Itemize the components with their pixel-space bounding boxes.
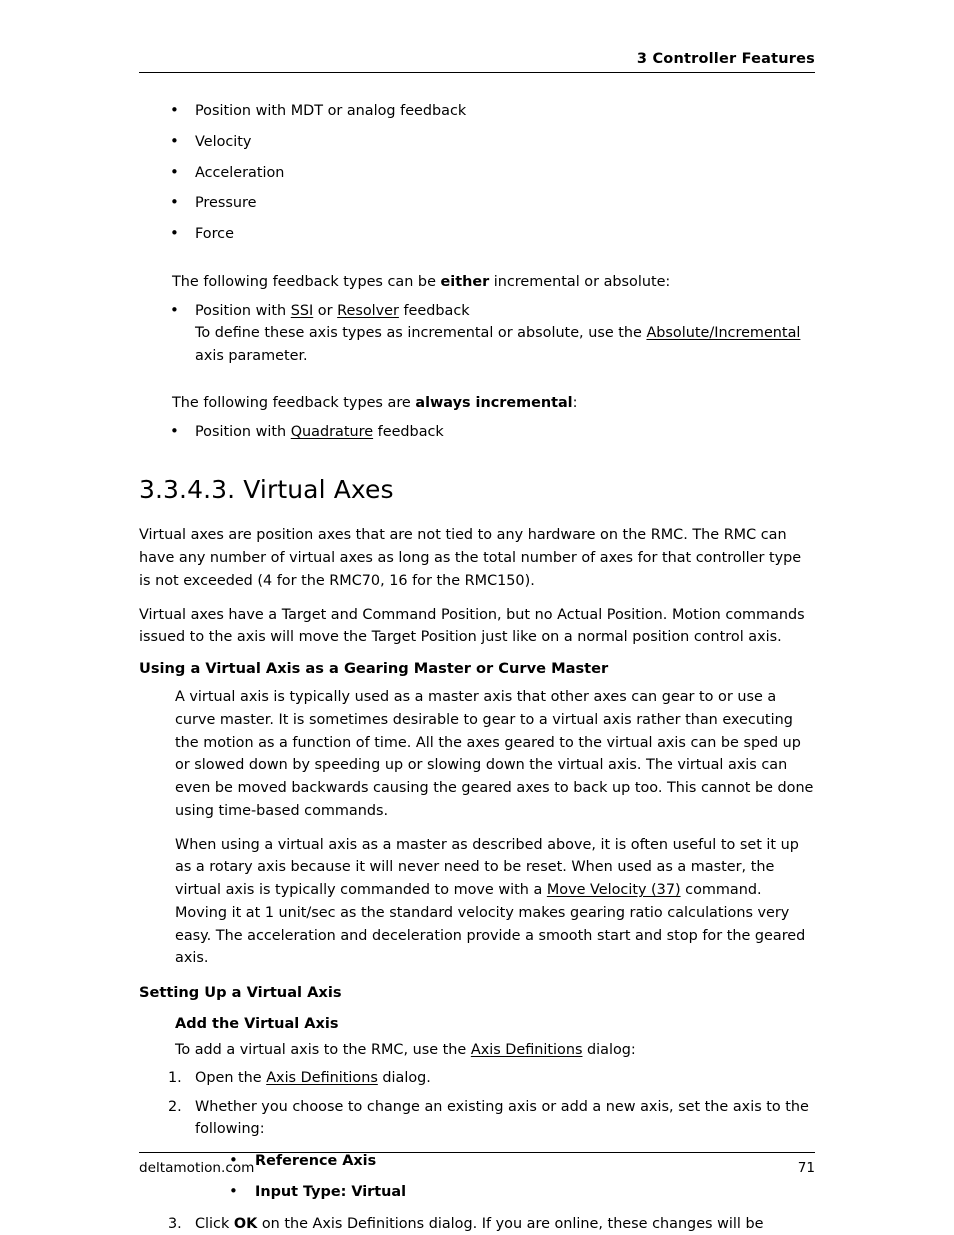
- list-item: Velocity: [139, 130, 815, 154]
- link-quadrature[interactable]: Quadrature: [291, 424, 373, 440]
- step-number: 1.: [168, 1069, 182, 1086]
- page-header: 3 Controller Features: [139, 51, 815, 73]
- either-item-mid: or: [313, 302, 338, 319]
- list-item: Acceleration: [139, 161, 815, 185]
- list-item: Position with Quadrature feedback: [139, 420, 815, 444]
- link-absolute-incremental[interactable]: Absolute/Incremental: [646, 325, 800, 341]
- add-virtual-axis-heading: Add the Virtual Axis: [175, 1016, 339, 1033]
- header-divider: [139, 71, 815, 73]
- link-axis-definitions-step1[interactable]: Axis Definitions: [266, 1070, 378, 1086]
- always-item-pre: Position with: [195, 423, 291, 440]
- gearing-master-paragraph-1: A virtual axis is typically used as a ma…: [175, 689, 814, 819]
- either-item-line2-pre: To define these axis types as incrementa…: [195, 325, 647, 342]
- always-feedback-list: Position with Quadrature feedback: [139, 420, 815, 444]
- add-virtual-axis-steps: 1. Open the Axis Definitions dialog. 2. Wh…: [139, 1067, 815, 1141]
- always-lead-post: :: [572, 394, 578, 411]
- add-intro-pre: To add a virtual axis to the RMC, use th…: [175, 1042, 471, 1058]
- section-heading: 3.3.4.3. Virtual Axes: [139, 475, 394, 505]
- always-lead-bold: always incremental: [415, 394, 573, 411]
- either-item-pre: Position with: [195, 302, 291, 319]
- feedback-types-list: Position with MDT or analog feedback Vel…: [139, 99, 815, 246]
- either-lead-bold: either: [440, 273, 490, 290]
- either-lead-post: incremental or absolute:: [489, 273, 671, 290]
- always-item-post: feedback: [373, 423, 444, 440]
- step-text-bold-ok: OK: [233, 1215, 258, 1232]
- section-paragraph-1: Virtual axes are position axes that are …: [139, 527, 802, 589]
- ordered-list-item: 3. Click OK on the Axis Definitions dialo…: [139, 1213, 815, 1235]
- link-move-velocity[interactable]: Move Velocity (37): [547, 882, 681, 898]
- add-intro-post: dialog:: [582, 1042, 636, 1058]
- step-number: 3.: [168, 1215, 182, 1232]
- link-ssi[interactable]: SSI: [291, 303, 314, 319]
- always-lead-paragraph: The following feedback types are always …: [172, 392, 815, 415]
- step-number: 2.: [168, 1098, 182, 1115]
- document-page: 3 Controller Features Position with MDT …: [0, 0, 954, 1235]
- section-paragraph-2: Virtual axes have a Target and Command P…: [139, 606, 805, 646]
- step-text-post: on the Axis Definitions dialog. If you a…: [261, 1215, 764, 1232]
- step-text-pre: Click: [195, 1215, 234, 1232]
- list-item: Position with MDT or analog feedback: [139, 99, 815, 123]
- add-virtual-axis-intro: To add a virtual axis to the RMC, use th…: [175, 1039, 815, 1062]
- always-lead-pre: The following feedback types are: [172, 394, 416, 411]
- setting-up-heading: Setting Up a Virtual Axis: [139, 984, 342, 1002]
- footer-page-number: 71: [797, 1160, 815, 1176]
- page-content: Position with MDT or analog feedback Vel…: [139, 99, 815, 1235]
- list-item: Force: [139, 222, 815, 246]
- either-item-line3: axis parameter.: [195, 348, 308, 364]
- list-item: Position with SSI or Resolver feedback To…: [139, 298, 815, 368]
- add-virtual-axis-steps-cont: 3. Click OK on the Axis Definitions dialo…: [139, 1213, 815, 1235]
- link-axis-definitions-intro[interactable]: Axis Definitions: [471, 1042, 583, 1058]
- either-lead-paragraph: The following feedback types can be eith…: [172, 271, 815, 294]
- ordered-list-item: 2. Whether you choose to change an existi…: [139, 1096, 815, 1142]
- list-item: Pressure: [139, 191, 815, 215]
- footer-row: deltamotion.com 71: [139, 1153, 815, 1176]
- link-resolver[interactable]: Resolver: [337, 303, 399, 319]
- either-feedback-list: Position with SSI or Resolver feedback To…: [139, 298, 815, 368]
- page-footer: deltamotion.com 71: [139, 1152, 815, 1176]
- step-text-pre: Open the: [195, 1069, 267, 1086]
- ordered-list-item: 1. Open the Axis Definitions dialog.: [139, 1067, 815, 1090]
- gearing-master-paragraph-2: When using a virtual axis as a master as…: [175, 834, 815, 971]
- either-lead-pre: The following feedback types can be: [172, 273, 441, 290]
- gearing-master-heading: Using a Virtual Axis as a Gearing Master…: [139, 660, 609, 677]
- step-text: Whether you choose to change an existing…: [195, 1098, 809, 1138]
- step-text-post: dialog.: [377, 1069, 431, 1086]
- footer-site: deltamotion.com: [139, 1160, 255, 1176]
- either-item-post: feedback: [398, 302, 470, 319]
- header-title: 3 Controller Features: [636, 51, 815, 67]
- list-item: Input Type: Virtual: [139, 1180, 815, 1204]
